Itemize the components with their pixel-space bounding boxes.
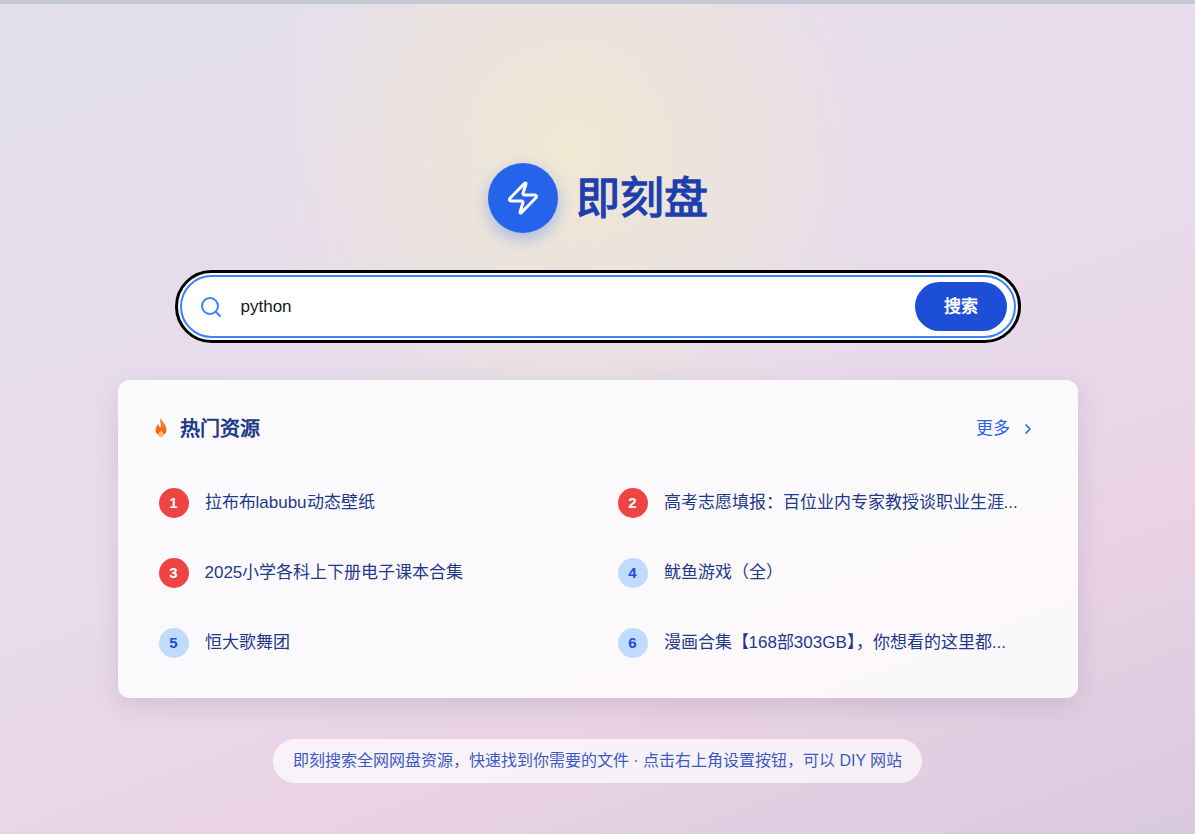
hot-title: 热门资源 <box>180 414 260 444</box>
hot-item[interactable]: 4 鱿鱼游戏（全） <box>609 548 1046 598</box>
main: 即刻盘 搜索 热门资源 更多 <box>0 4 1195 783</box>
more-label[interactable]: 更多 <box>976 416 1010 442</box>
chevron-right-icon <box>1020 421 1036 437</box>
rank-badge: 5 <box>159 628 189 658</box>
footer-note: 即刻搜索全网网盘资源，快速找到你需要的文件 · 点击右上角设置按钮，可以 DIY… <box>273 739 923 783</box>
hot-list: 1拉布布labubu动态壁纸2高考志愿填报：百位业内专家教授谈职业生涯...32… <box>150 478 1046 668</box>
search-icon <box>199 295 223 319</box>
hot-header: 热门资源 更多 <box>150 414 1046 444</box>
hot-item[interactable]: 2 高考志愿填报：百位业内专家教授谈职业生涯... <box>609 478 1046 528</box>
rank-badge: 1 <box>159 488 189 518</box>
hot-item[interactable]: 5 恒大歌舞团 <box>150 618 587 668</box>
logo[interactable]: 即刻盘 <box>488 163 708 233</box>
hot-item[interactable]: 3 2025小学各科上下册电子课本合集 <box>150 548 587 598</box>
hot-item[interactable]: 6 漫画合集【168部303GB】，你想看的这里都... <box>609 618 1046 668</box>
rank-badge: 3 <box>159 558 189 588</box>
logo-title: 即刻盘 <box>576 171 708 226</box>
rank-badge: 4 <box>618 558 648 588</box>
hot-item-title[interactable]: 拉布布labubu动态壁纸 <box>205 490 375 516</box>
search-bar: 搜索 <box>175 270 1021 343</box>
page: 即刻盘 搜索 热门资源 更多 <box>0 0 1195 834</box>
top-strip <box>0 0 1195 4</box>
rank-badge: 2 <box>618 488 648 518</box>
more-link[interactable]: 更多 <box>976 416 1046 442</box>
logo-icon <box>488 163 558 233</box>
hot-card: 热门资源 更多 1 拉布布labubu动态壁纸 2 高考志愿填报：百位业内专家教授谈职… <box>118 380 1078 698</box>
search-input[interactable] <box>237 294 901 320</box>
hot-item[interactable]: 1 拉布布labubu动态壁纸 <box>150 478 587 528</box>
search-button[interactable]: 搜索 <box>915 282 1007 331</box>
hot-item-title[interactable]: 恒大歌舞团 <box>205 630 290 656</box>
rank-badge: 6 <box>618 628 648 658</box>
flame-icon <box>150 417 172 441</box>
search-field: 搜索 <box>180 275 1016 338</box>
hot-item-title[interactable]: 鱿鱼游戏（全） <box>664 560 783 586</box>
hot-item-title[interactable]: 2025小学各科上下册电子课本合集 <box>205 560 464 586</box>
hot-item-title[interactable]: 高考志愿填报：百位业内专家教授谈职业生涯... <box>664 490 1018 516</box>
hot-item-title[interactable]: 漫画合集【168部303GB】，你想看的这里都... <box>664 630 1006 656</box>
